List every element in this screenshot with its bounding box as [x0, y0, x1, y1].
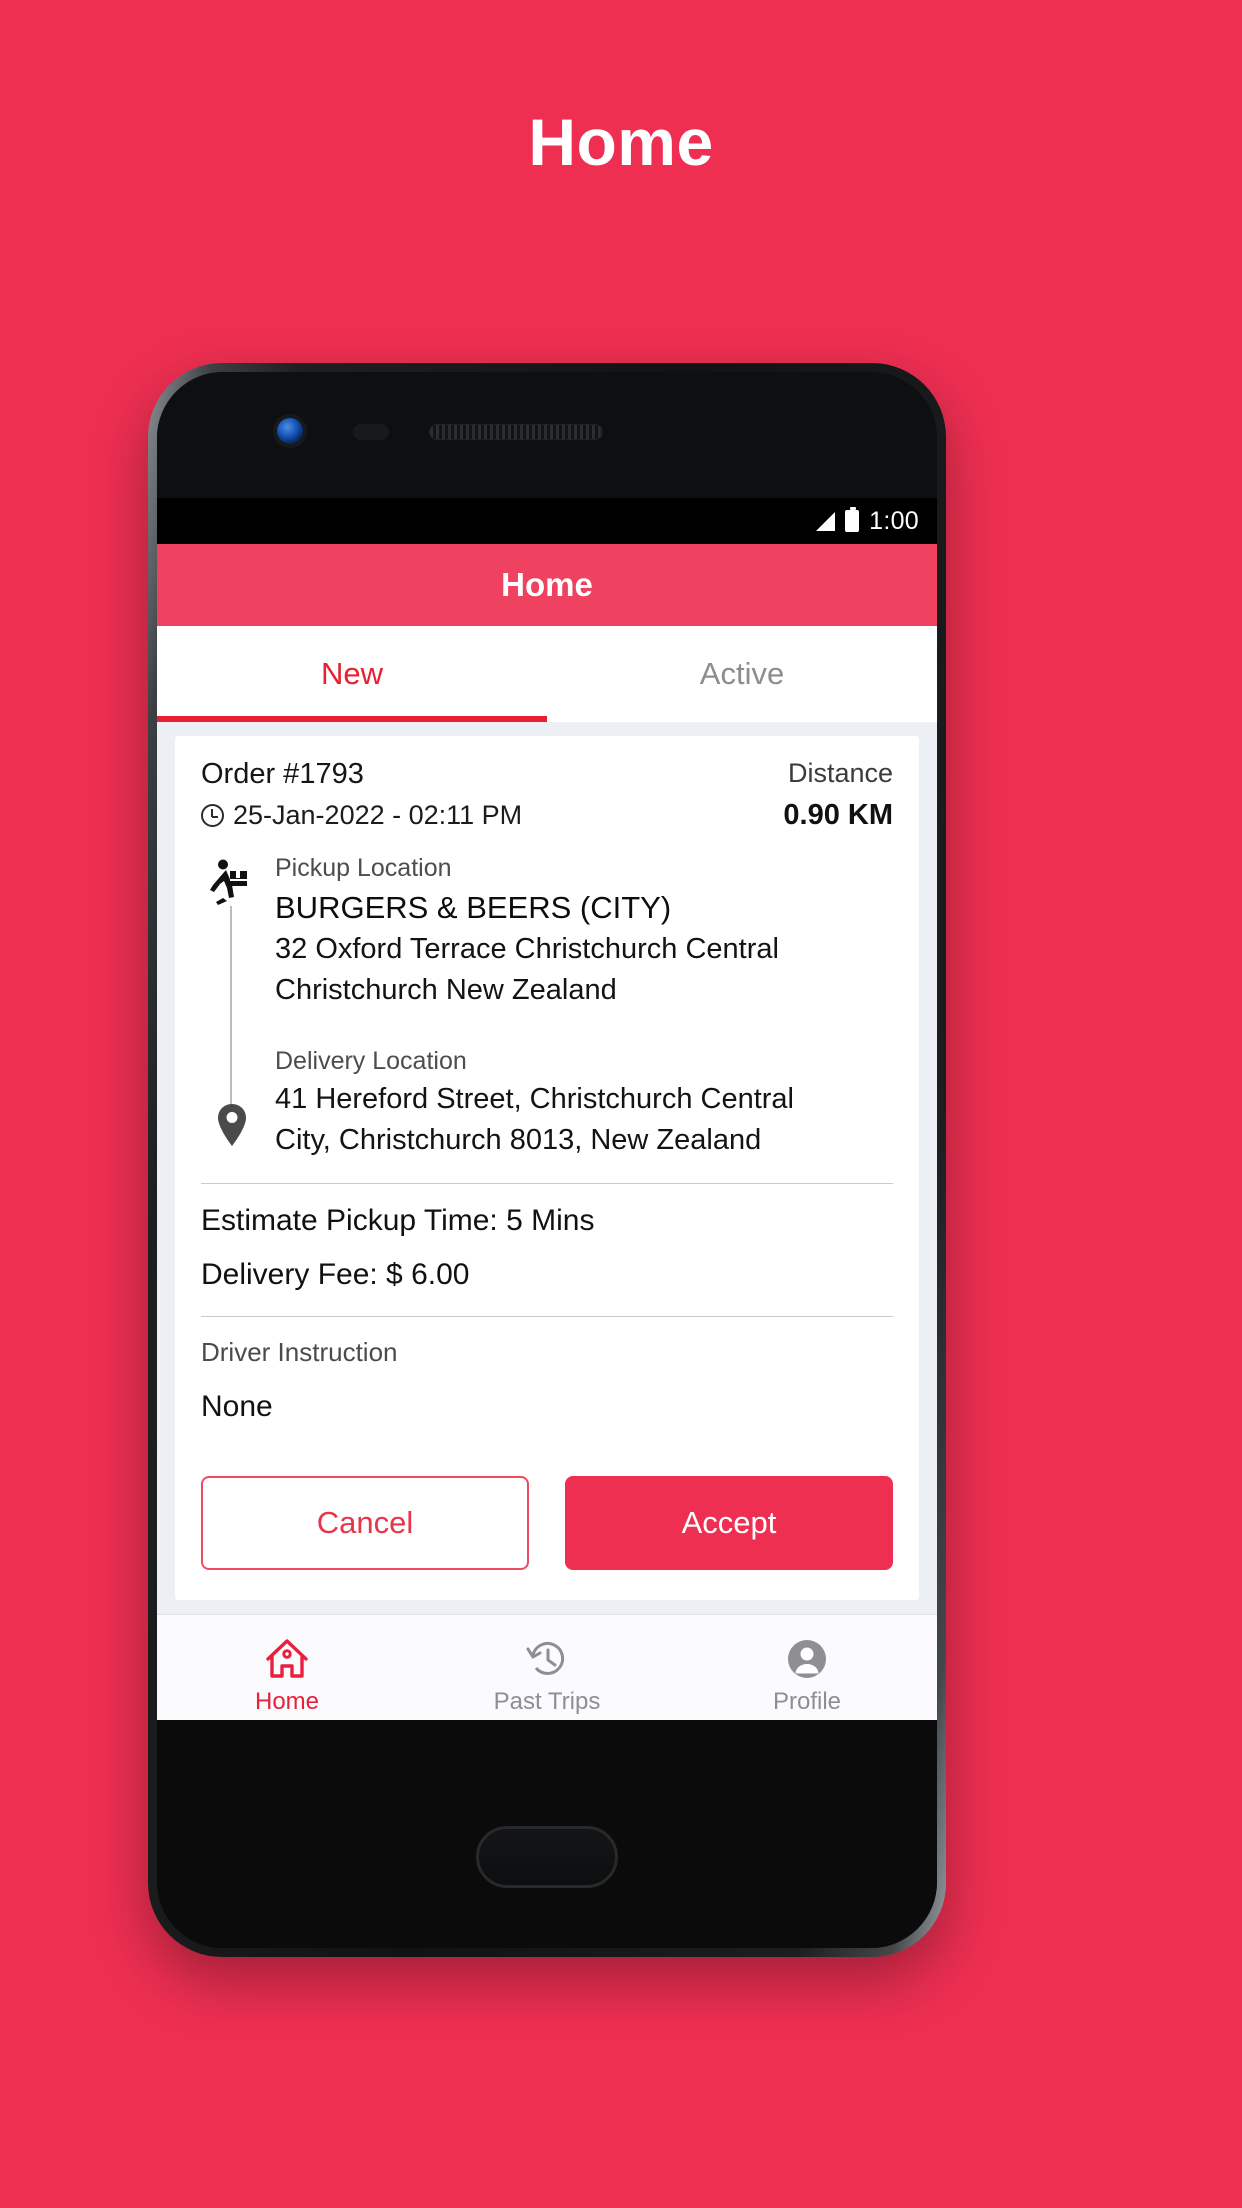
- home-button[interactable]: [476, 1826, 618, 1888]
- delivery-location-label: Delivery Location: [275, 1046, 467, 1075]
- order-datetime: 25-Jan-2022 - 02:11 PM: [233, 800, 523, 830]
- distance-value: 0.90 KM: [783, 799, 893, 831]
- battery-icon: [845, 507, 860, 532]
- locations-spacer: [275, 1009, 893, 1047]
- map-pin-icon: [218, 1104, 246, 1146]
- person-icon: [788, 1639, 826, 1678]
- tab-new[interactable]: New: [157, 626, 547, 722]
- front-camera-icon: [277, 418, 303, 444]
- history-clock-icon: [526, 1641, 565, 1675]
- phone-screen: 1:00 Home New Active Order #1793 25-Jan-…: [157, 498, 937, 1738]
- delivery-fee: Delivery Fee: $ 6.00: [201, 1257, 470, 1291]
- nav-item-past-trips-label: Past Trips: [493, 1687, 601, 1715]
- delivery-address-line-2: City, Christchurch 8013, New Zealand: [275, 1124, 762, 1157]
- pickup-location-name: BURGERS & BEERS (CITY): [275, 890, 672, 925]
- tab-new-label: New: [320, 656, 383, 691]
- pickup-address-line-1: 32 Oxford Terrace Christchurch Central: [275, 933, 779, 965]
- app-bar: Home: [157, 544, 937, 626]
- phone-device-frame: 1:00 Home New Active Order #1793 25-Jan-…: [148, 363, 946, 1957]
- earpiece-speaker-icon: [429, 424, 603, 440]
- clock-icon: [201, 804, 224, 827]
- estimate-pickup-time: Estimate Pickup Time: 5 Mins: [201, 1203, 595, 1237]
- nav-item-home-label: Home: [254, 1687, 320, 1715]
- driver-instruction-value: None: [201, 1389, 273, 1423]
- tab-bar: New Active: [157, 626, 937, 722]
- driver-instruction-label: Driver Instruction: [201, 1336, 398, 1367]
- courier-runner-icon: [210, 859, 247, 905]
- cancel-button[interactable]: Cancel: [201, 1475, 529, 1570]
- order-card-header: Order #1793 25-Jan-2022 - 02:11 PM Dista…: [201, 758, 893, 832]
- signal-bars-icon: [816, 511, 836, 531]
- distance-label: Distance: [787, 758, 893, 788]
- delivery-address-line-1: 41 Hereford Street, Christchurch Central: [275, 1082, 794, 1115]
- proximity-sensor-icon: [353, 424, 389, 440]
- orders-list: Order #1793 25-Jan-2022 - 02:11 PM Dista…: [157, 722, 937, 1614]
- phone-top-bezel: [157, 372, 937, 498]
- phone-body: 1:00 Home New Active Order #1793 25-Jan-…: [157, 372, 937, 1948]
- order-actions: Cancel Accept: [201, 1475, 893, 1570]
- divider-bottom: [201, 1315, 893, 1317]
- order-distance-block: Distance 0.90 KM: [783, 758, 893, 832]
- order-datetime-row: 25-Jan-2022 - 02:11 PM: [201, 800, 522, 831]
- order-identity-block: Order #1793 25-Jan-2022 - 02:11 PM: [201, 758, 522, 831]
- tab-active[interactable]: Active: [547, 626, 937, 722]
- order-number: Order #1793: [201, 758, 364, 790]
- tab-active-label: Active: [699, 656, 785, 691]
- pickup-location-label: Pickup Location: [275, 854, 452, 882]
- app-bar-title: Home: [501, 566, 593, 603]
- page-title: Home: [528, 105, 714, 179]
- route-connector-line: [230, 906, 232, 1112]
- divider-top: [201, 1182, 893, 1184]
- pickup-address-line-2: Christchurch New Zealand: [275, 974, 617, 1007]
- status-bar-clock: 1:00: [869, 506, 919, 535]
- order-card[interactable]: Order #1793 25-Jan-2022 - 02:11 PM Dista…: [175, 736, 919, 1600]
- screenshot-root: Home 1:00 Home New Active Order #1793 25…: [0, 0, 1242, 2208]
- android-status-bar: 1:00: [157, 498, 937, 544]
- phone-bottom-bezel: [157, 1720, 937, 1948]
- nav-item-profile-label: Profile: [772, 1687, 842, 1715]
- home-icon: [266, 1638, 308, 1678]
- accept-button[interactable]: Accept: [565, 1475, 893, 1570]
- locations-block: Pickup Location BURGERS & BEERS (CITY) 3…: [201, 854, 893, 1159]
